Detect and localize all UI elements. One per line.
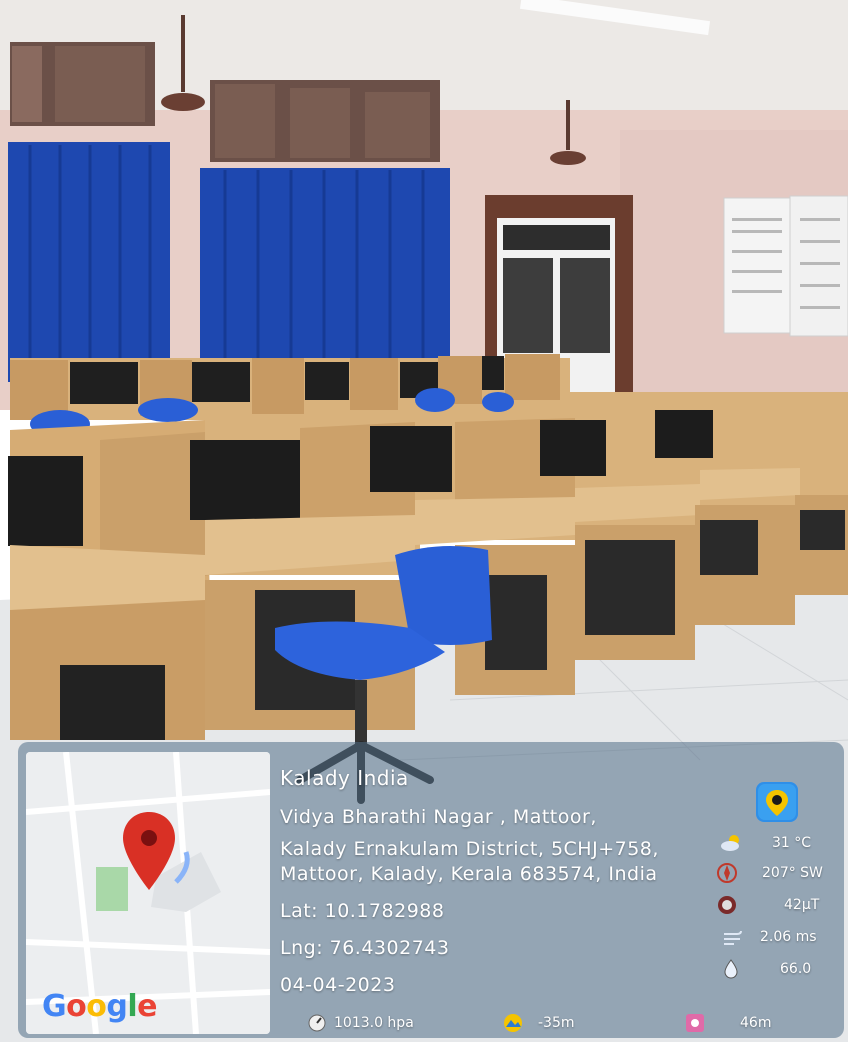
google-logo: Google — [42, 989, 158, 1024]
temperature-reading: 31 °C — [720, 832, 811, 854]
latitude: Lat: 10.1782988 — [280, 900, 445, 922]
compass-icon — [716, 862, 738, 884]
magnet-sensor-icon — [716, 894, 738, 916]
address-line-3: Mattoor, Kalady, Kerala 683574, India — [280, 863, 658, 885]
humidity-reading: 66.0 — [720, 958, 811, 980]
app-icon — [756, 782, 798, 822]
location-title: Kalady India — [280, 766, 409, 790]
map-thumbnail[interactable]: Google — [26, 752, 270, 1034]
weather-cloud-icon — [720, 832, 742, 854]
pressure-reading: 1013.0 hpa — [306, 1012, 414, 1034]
magnetic-field-reading: 42μT — [716, 894, 819, 916]
wind-speed-reading: 2.06 ms — [722, 926, 817, 948]
capture-date: 04-04-2023 — [280, 974, 396, 996]
address-line-1: Vidya Bharathi Nagar , Mattoor, — [280, 806, 597, 828]
wind-icon — [722, 926, 744, 948]
accuracy-reading: 46m — [684, 1012, 771, 1034]
pressure-gauge-icon — [306, 1012, 328, 1034]
altitude-reading: -35m — [502, 1012, 575, 1034]
accuracy-icon — [684, 1012, 706, 1034]
longitude: Lng: 76.4302743 — [280, 937, 450, 959]
location-pin-icon — [123, 812, 175, 890]
address-line-2: Kalady Ernakulam District, 5CHJ+758, — [280, 838, 659, 860]
altitude-icon — [502, 1012, 524, 1034]
humidity-drop-icon — [720, 958, 742, 980]
wind-direction-reading: 207° SW — [716, 862, 823, 884]
